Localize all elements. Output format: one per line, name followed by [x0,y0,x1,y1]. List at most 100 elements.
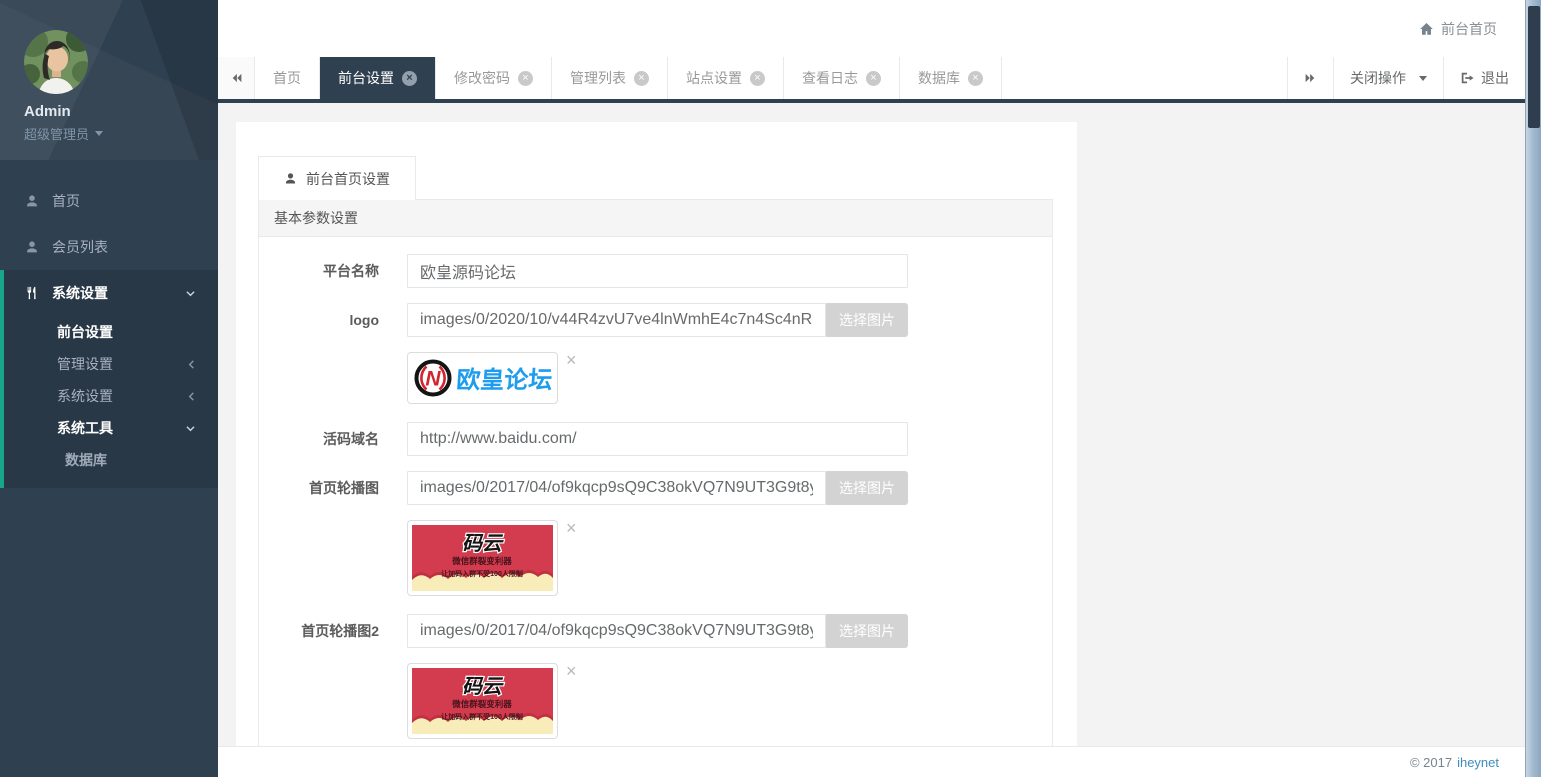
tabbar-spacer [1002,57,1287,99]
close-operations-dropdown[interactable]: 关闭操作 [1333,57,1443,99]
carousel-2-preview-image[interactable]: 码云 微信群裂变利器 让加码入群不受100人限制 [407,663,558,739]
card-tab-label: 前台首页设置 [306,169,390,189]
close-tab-icon[interactable]: × [634,71,649,86]
carousel-1-preview-image[interactable]: 码云 微信群裂变利器 让加码入群不受100人限制 [407,520,558,596]
logo-preview-image[interactable]: N 欧皇论坛 [407,352,558,404]
close-tab-icon[interactable]: × [402,71,417,86]
banner-image: 码云 微信群裂变利器 让加码入群不受100人限制 [412,668,553,734]
sidebar-item-label: 数据库 [65,450,107,470]
chevron-left-icon [187,359,196,370]
chevron-down-icon [185,289,196,298]
page-scrollbar[interactable] [1525,0,1541,777]
scroll-tabs-right-button[interactable] [1287,57,1333,99]
tab-frontend-home-settings[interactable]: 前台首页设置 [258,156,416,200]
user-icon [25,240,39,254]
cutlery-icon [25,286,39,300]
basic-params-panel: 基本参数设置 平台名称 logo [258,199,1053,746]
close-tab-icon[interactable]: × [750,71,765,86]
scrollbar-thumb[interactable] [1528,6,1540,128]
tab-admin-list[interactable]: 管理列表 × [552,57,668,99]
carousel-1-path-input[interactable] [407,471,826,505]
tab-database[interactable]: 数据库 × [900,57,1002,99]
footer: © 2017 iheynet [218,746,1525,777]
tab-frontend-settings[interactable]: 前台设置 × [320,57,436,99]
sidebar-item-admin-settings[interactable]: 管理设置 [4,348,218,380]
close-tab-icon[interactable]: × [866,71,881,86]
carousel-2-path-input[interactable] [407,614,826,648]
form-row-platform-name: 平台名称 [259,254,1052,288]
user-role-dropdown[interactable]: 超级管理员 [24,124,218,143]
svg-text:欧皇论坛: 欧皇论坛 [455,366,553,394]
tab-site-settings[interactable]: 站点设置 × [668,57,784,99]
choose-logo-image-button[interactable]: 选择图片 [826,303,908,337]
sidebar-item-frontend-settings[interactable]: 前台设置 [4,316,218,348]
user-name: Admin [24,103,218,120]
tab-label: 查看日志 [802,68,858,88]
form-row-carousel-2: 首页轮播图2 选择图片 [259,614,1052,648]
svg-text:让加码入群不受100人限制: 让加码入群不受100人限制 [441,712,523,721]
close-tab-icon[interactable]: × [518,71,533,86]
banner-image: 码云 微信群裂变利器 让加码入群不受100人限制 [412,525,553,591]
panel-title: 基本参数设置 [259,200,1052,237]
sidebar-section-system-settings: 系统设置 前台设置 管理设置 系统设置 [0,270,218,488]
tab-bar: 首页 前台设置 × 修改密码 × 管理列表 × 站点设置 × 查看日志 × [218,57,1525,103]
carousel-1-label: 首页轮播图 [259,471,407,505]
logo-preview-row: N 欧皇论坛 × [407,352,1052,404]
avatar[interactable] [24,30,88,94]
logout-button[interactable]: 退出 [1443,57,1525,99]
caret-down-icon [1419,76,1427,81]
logo-path-input[interactable] [407,303,826,337]
chevron-down-icon [185,424,196,433]
tab-label: 数据库 [918,68,960,88]
double-chevron-left-icon [230,72,243,84]
scroll-tabs-left-button[interactable] [218,57,255,99]
tab-view-logs[interactable]: 查看日志 × [784,57,900,99]
qr-domain-input[interactable] [407,422,908,456]
close-operations-label: 关闭操作 [1350,68,1406,88]
sidebar-nav: 首页 会员列表 系统设置 [0,178,218,488]
form-row-logo: logo 选择图片 [259,303,1052,337]
home-icon [1419,22,1434,36]
user-role-label: 超级管理员 [24,124,89,143]
delete-carousel-2-image-icon[interactable]: × [566,663,577,679]
breadcrumb-home-link[interactable]: 前台首页 [1441,19,1497,39]
tab-label: 首页 [273,68,301,88]
sidebar-item-label: 会员列表 [52,237,108,257]
settings-card: 前台首页设置 基本参数设置 平台名称 [236,122,1077,746]
admin-app: Admin 超级管理员 首页 会员列表 [0,0,1541,777]
delete-carousel-1-image-icon[interactable]: × [566,520,577,536]
qr-domain-label: 活码域名 [259,422,407,456]
svg-text:码云: 码云 [462,533,504,555]
choose-carousel-2-image-button[interactable]: 选择图片 [826,614,908,648]
sidebar-item-label: 系统工具 [57,418,113,438]
logo-label: logo [259,303,407,337]
top-header: 前台首页 [218,0,1525,57]
tab-change-password[interactable]: 修改密码 × [436,57,552,99]
sidebar-item-label: 前台设置 [57,322,113,342]
close-tab-icon[interactable]: × [968,71,983,86]
user-icon [284,172,297,185]
tab-home[interactable]: 首页 [255,57,320,99]
sidebar-item-home[interactable]: 首页 [0,178,218,224]
tab-label: 管理列表 [570,68,626,88]
sidebar-item-members[interactable]: 会员列表 [0,224,218,270]
logo-image: N 欧皇论坛 [412,357,553,399]
sidebar-item-system-tools[interactable]: 系统工具 [4,412,218,444]
sidebar-item-database[interactable]: 数据库 [4,444,218,476]
panel-body: 平台名称 logo 选择图片 [259,237,1052,746]
main-area: 前台首页 首页 前台设置 × 修改密码 × 管理列表 × [218,0,1525,777]
platform-name-input[interactable] [407,254,908,288]
carousel-2-label: 首页轮播图2 [259,614,407,648]
double-chevron-right-icon [1304,72,1317,84]
sidebar-item-system-settings[interactable]: 系统设置 [4,270,218,316]
footer-brand-link[interactable]: iheynet [1457,755,1499,770]
choose-carousel-1-image-button[interactable]: 选择图片 [826,471,908,505]
chevron-left-icon [187,391,196,402]
delete-logo-image-icon[interactable]: × [566,352,577,368]
tab-label: 前台设置 [338,68,394,88]
user-icon [25,194,39,208]
svg-text:微信群裂变利器: 微信群裂变利器 [451,699,512,709]
svg-text:N: N [425,368,441,391]
sidebar-item-system-settings-sub[interactable]: 系统设置 [4,380,218,412]
sign-out-icon [1460,71,1474,85]
